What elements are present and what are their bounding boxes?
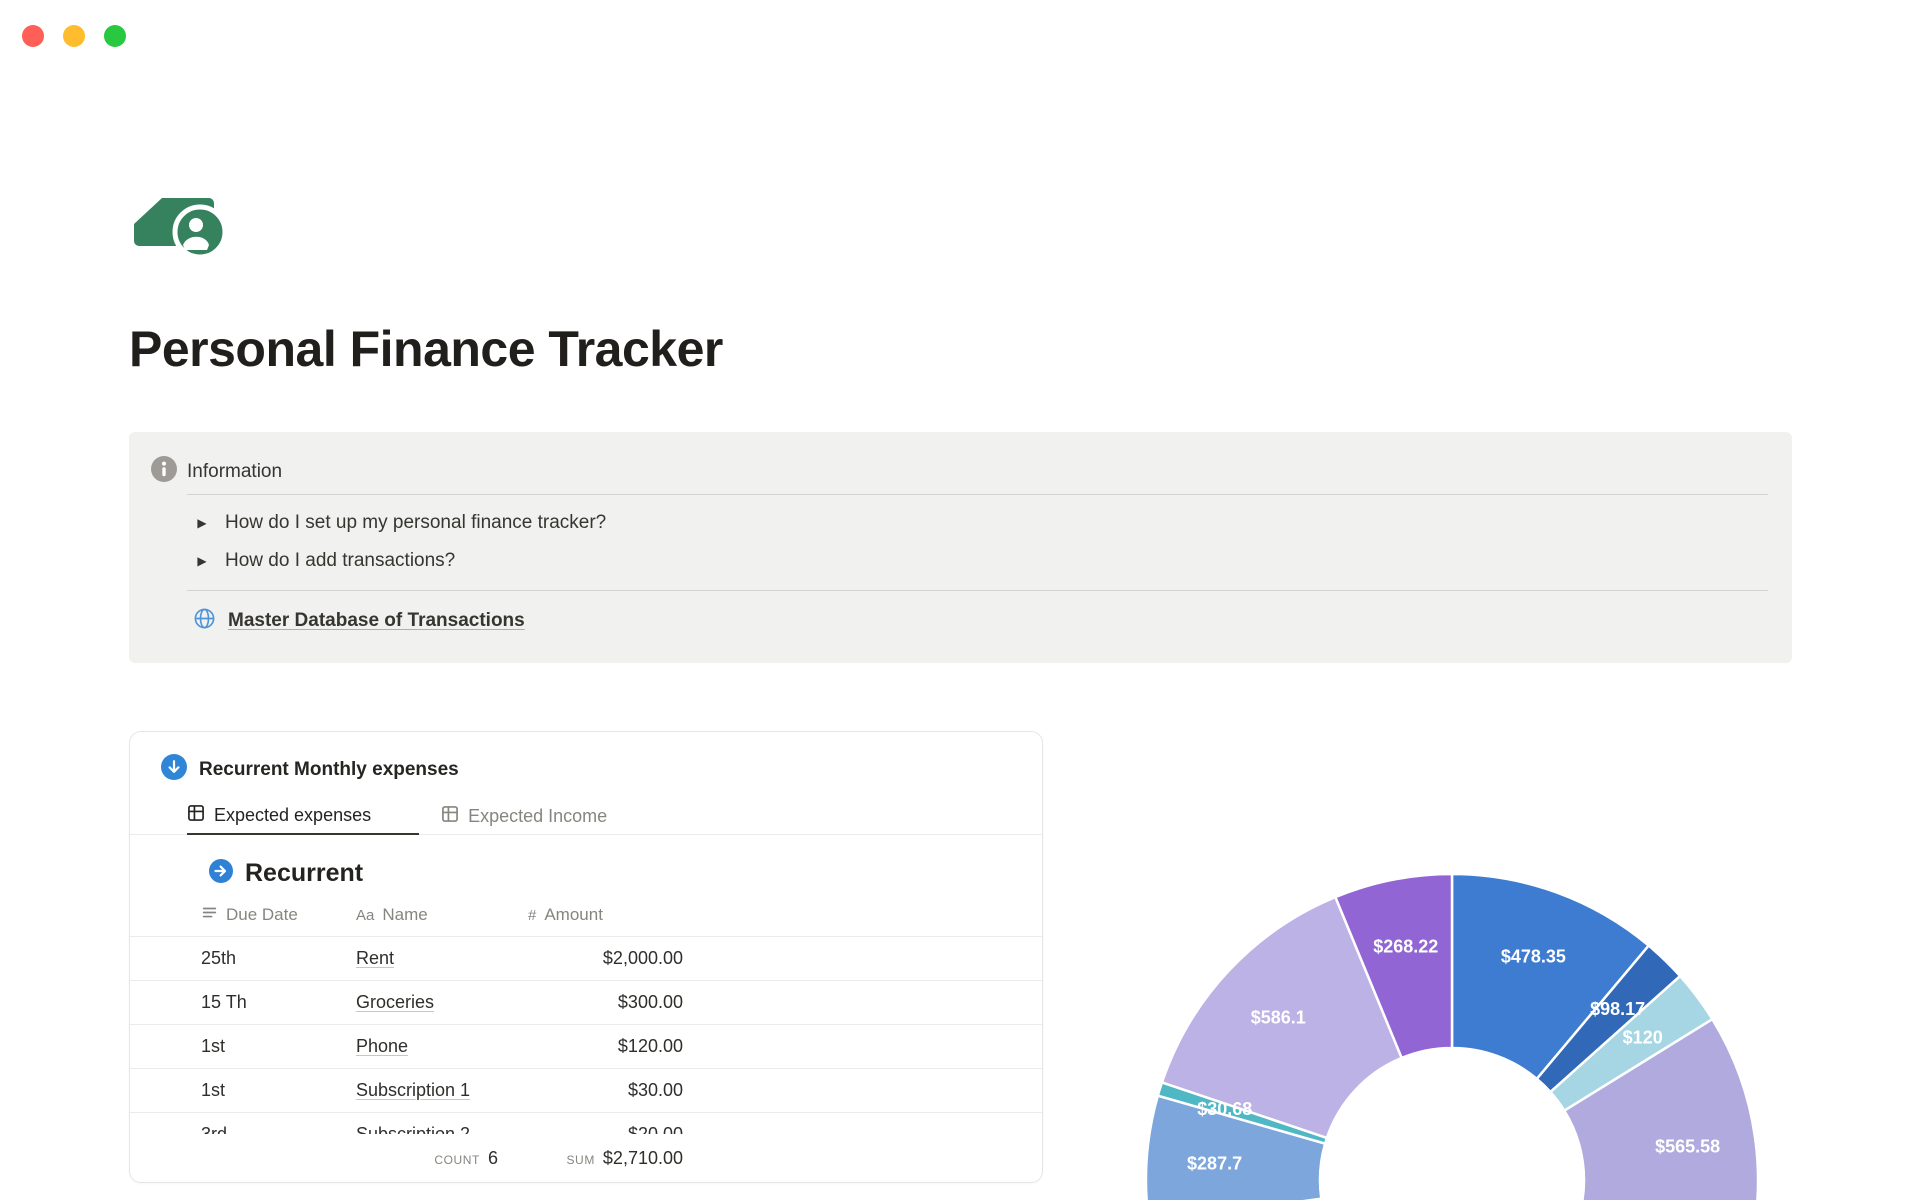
- expenses-table: Due Date Aa Name # Amount 25th Rent $2,0…: [130, 894, 1042, 1157]
- divider: [187, 590, 1768, 591]
- collapse-toggle-icon[interactable]: [161, 754, 187, 785]
- donut-segment-label: $98.17: [1590, 999, 1645, 1019]
- amount-cell[interactable]: $120.00: [528, 1036, 683, 1057]
- table-body: 25th Rent $2,000.00 15 Th Groceries $300…: [130, 937, 1042, 1157]
- name-cell-link[interactable]: Subscription 1: [356, 1080, 470, 1100]
- table-row[interactable]: 1st Phone $120.00: [130, 1025, 1042, 1069]
- name-cell-link[interactable]: Rent: [356, 948, 394, 968]
- donut-segment-label: $478.35: [1501, 946, 1566, 966]
- donut-segment-label: $565.58: [1655, 1137, 1720, 1157]
- table-footer: COUNT 6 SUM $2,710.00: [130, 1134, 1042, 1182]
- text-type-icon: Aa: [356, 906, 375, 924]
- notion-window: Personal Finance Tracker Information ▶ H…: [0, 0, 1920, 1200]
- list-icon: [201, 904, 218, 926]
- table-row[interactable]: 25th Rent $2,000.00: [130, 937, 1042, 981]
- donut-segment-label: $30.68: [1197, 1099, 1252, 1119]
- due-date-cell[interactable]: 1st: [201, 1036, 356, 1057]
- donut-segment-label: $586.1: [1251, 1007, 1306, 1027]
- toggle-add-transactions-question[interactable]: ▶ How do I add transactions?: [193, 546, 455, 576]
- name-cell-link[interactable]: Phone: [356, 1036, 408, 1056]
- column-label: Amount: [544, 905, 603, 924]
- amount-cell[interactable]: $2,000.00: [528, 948, 683, 969]
- amount-cell[interactable]: $300.00: [528, 992, 683, 1013]
- view-tabs: Expected expenses Expected Income: [130, 800, 1042, 835]
- tab-label[interactable]: Expected Income: [468, 806, 607, 827]
- page-title: Personal Finance Tracker: [129, 321, 723, 377]
- tab-expected-income[interactable]: Expected Income: [441, 800, 655, 834]
- toggle-arrow-icon[interactable]: ▶: [193, 554, 211, 568]
- tab-label[interactable]: Expected expenses: [214, 805, 371, 826]
- toggle-label[interactable]: How do I add transactions?: [225, 550, 455, 572]
- count-value: 6: [487, 1147, 498, 1168]
- column-label: Due Date: [226, 905, 298, 924]
- table-row[interactable]: 1st Subscription 1 $30.00: [130, 1069, 1042, 1113]
- recurrent-expenses-card: Recurrent Monthly expenses Expected expe…: [129, 731, 1043, 1183]
- callout-title: Information: [187, 461, 283, 482]
- section-title[interactable]: Recurrent: [245, 859, 363, 888]
- donut-segment-label: $120: [1623, 1028, 1663, 1048]
- circle-right-arrow-icon[interactable]: [209, 859, 233, 888]
- due-date-cell[interactable]: 25th: [201, 948, 356, 969]
- zoom-window-button[interactable]: [104, 25, 126, 47]
- toggle-label[interactable]: How do I set up my personal finance trac…: [225, 512, 606, 534]
- linked-database-title: Recurrent: [209, 859, 363, 888]
- donut-chart: $478.35 $98.17 $120 $565.58 $287.7 $30.68 $586…: [1144, 872, 1760, 1200]
- amount-cell[interactable]: $30.00: [528, 1080, 683, 1101]
- window-controls: [22, 25, 126, 47]
- master-database-link-label[interactable]: Master Database of Transactions: [228, 610, 525, 632]
- donut-segment-label: $268.22: [1373, 937, 1438, 957]
- minimize-window-button[interactable]: [63, 25, 85, 47]
- donut-segment-label: $287.7: [1187, 1154, 1242, 1174]
- name-cell-link[interactable]: Groceries: [356, 992, 434, 1012]
- column-header-name[interactable]: Aa Name: [356, 905, 528, 925]
- column-header-amount[interactable]: # Amount: [528, 905, 683, 925]
- sum-value: $2,710.00: [602, 1147, 683, 1168]
- toggle-setup-question[interactable]: ▶ How do I set up my personal finance tr…: [193, 508, 606, 538]
- table-header-row: Due Date Aa Name # Amount: [130, 894, 1042, 937]
- master-database-link[interactable]: Master Database of Transactions: [193, 606, 525, 636]
- card-title: Recurrent Monthly expenses: [199, 758, 459, 780]
- column-header-due-date[interactable]: Due Date: [201, 904, 356, 926]
- due-date-cell[interactable]: 1st: [201, 1080, 356, 1101]
- count-aggregate[interactable]: COUNT 6: [356, 1148, 528, 1169]
- table-view-icon: [441, 805, 459, 828]
- divider: [187, 494, 1768, 495]
- sum-label: SUM: [566, 1152, 595, 1167]
- table-view-icon: [187, 804, 205, 827]
- number-type-icon: #: [528, 906, 537, 924]
- info-icon: [151, 456, 177, 488]
- information-callout: Information ▶ How do I set up my persona…: [129, 432, 1792, 663]
- column-label: Name: [382, 905, 428, 924]
- toggle-arrow-icon[interactable]: ▶: [193, 516, 211, 530]
- due-date-cell[interactable]: 15 Th: [201, 992, 356, 1013]
- tab-expected-expenses[interactable]: Expected expenses: [187, 800, 420, 835]
- close-window-button[interactable]: [22, 25, 44, 47]
- table-row[interactable]: 15 Th Groceries $300.00: [130, 981, 1042, 1025]
- count-label: COUNT: [434, 1152, 480, 1167]
- globe-icon: [193, 607, 216, 635]
- sum-aggregate[interactable]: SUM $2,710.00: [528, 1148, 683, 1169]
- dollar-banknote-icon[interactable]: [131, 182, 235, 260]
